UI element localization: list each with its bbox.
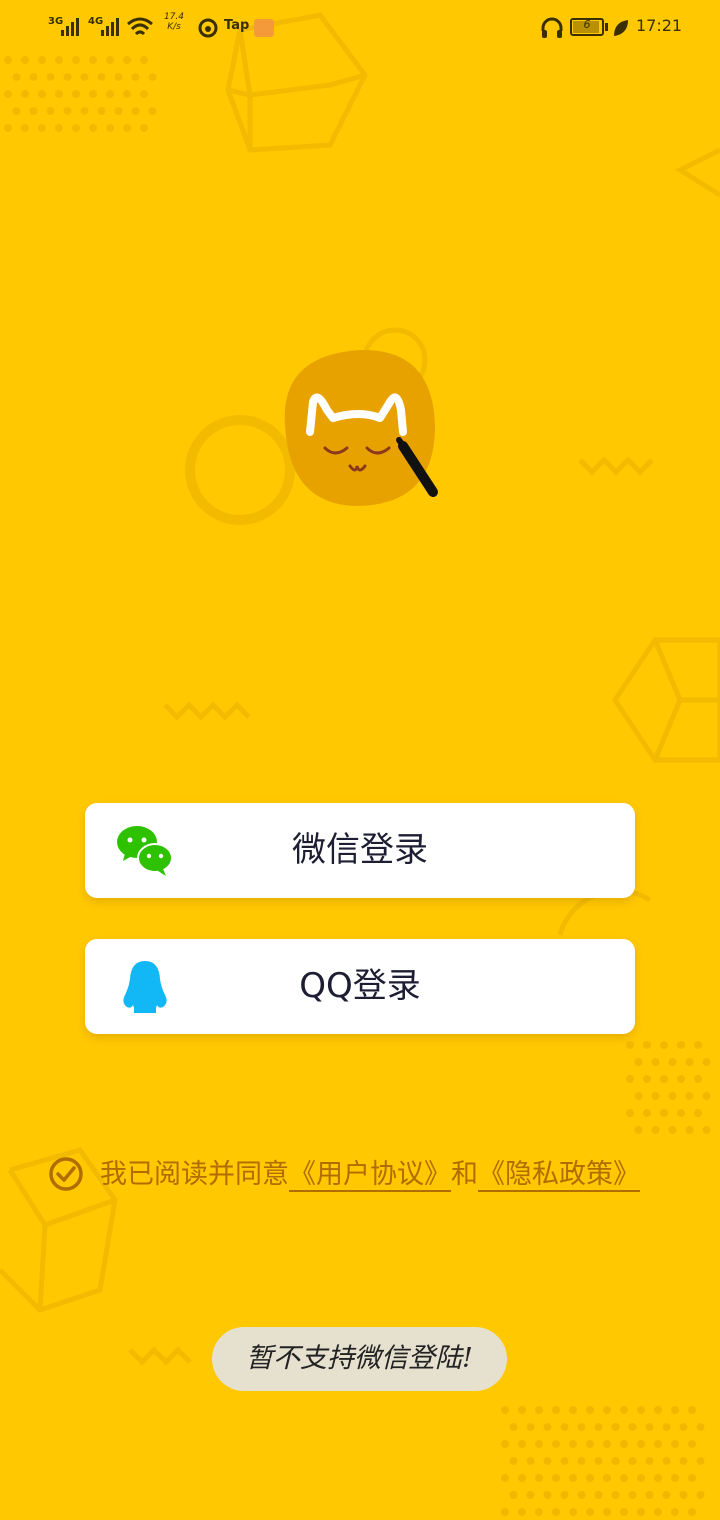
- qq-login-label: QQ登录: [299, 966, 421, 1006]
- wechat-login-label: 微信登录: [292, 830, 428, 870]
- headphones-icon: [541, 17, 563, 38]
- battery-icon: 6: [570, 18, 604, 36]
- battery-tip: [605, 23, 608, 31]
- signal-strength-icon: [61, 18, 79, 36]
- wechat-login-button[interactable]: 微信登录: [85, 803, 635, 898]
- battery-level: 6: [583, 18, 591, 31]
- network-speed: 17.4 K/s: [163, 12, 185, 32]
- agreement-text: 我已阅读并同意《用户协议》和《隐私政策》: [100, 1152, 640, 1200]
- qq-login-button[interactable]: QQ登录: [85, 939, 635, 1034]
- netease-music-icon: [198, 18, 218, 38]
- agreement-conjunction: 和: [451, 1159, 478, 1190]
- agreement-checkbox[interactable]: [48, 1156, 84, 1192]
- signal-strength-icon: [101, 18, 119, 36]
- user-agreement-link[interactable]: 《用户协议》: [289, 1159, 451, 1192]
- toast-message: 暂不支持微信登陆!: [212, 1327, 507, 1391]
- background-decoration: [0, 12, 720, 1516]
- clock: 17:21: [636, 16, 683, 35]
- taptap-label: Tap: [224, 18, 250, 33]
- leaf-icon: [614, 20, 628, 36]
- privacy-policy-link[interactable]: 《隐私政策》: [478, 1159, 640, 1192]
- wifi-icon: [127, 17, 153, 36]
- agreement-row: 我已阅读并同意《用户协议》和《隐私政策》: [48, 1152, 708, 1200]
- status-bar: 3G 4G 17.4 K/s Tap 6 17:21: [0, 0, 720, 56]
- notification-app-icon: [254, 19, 274, 37]
- cat-logo-icon: [284, 349, 438, 506]
- agreement-prefix: 我已阅读并同意: [100, 1159, 289, 1190]
